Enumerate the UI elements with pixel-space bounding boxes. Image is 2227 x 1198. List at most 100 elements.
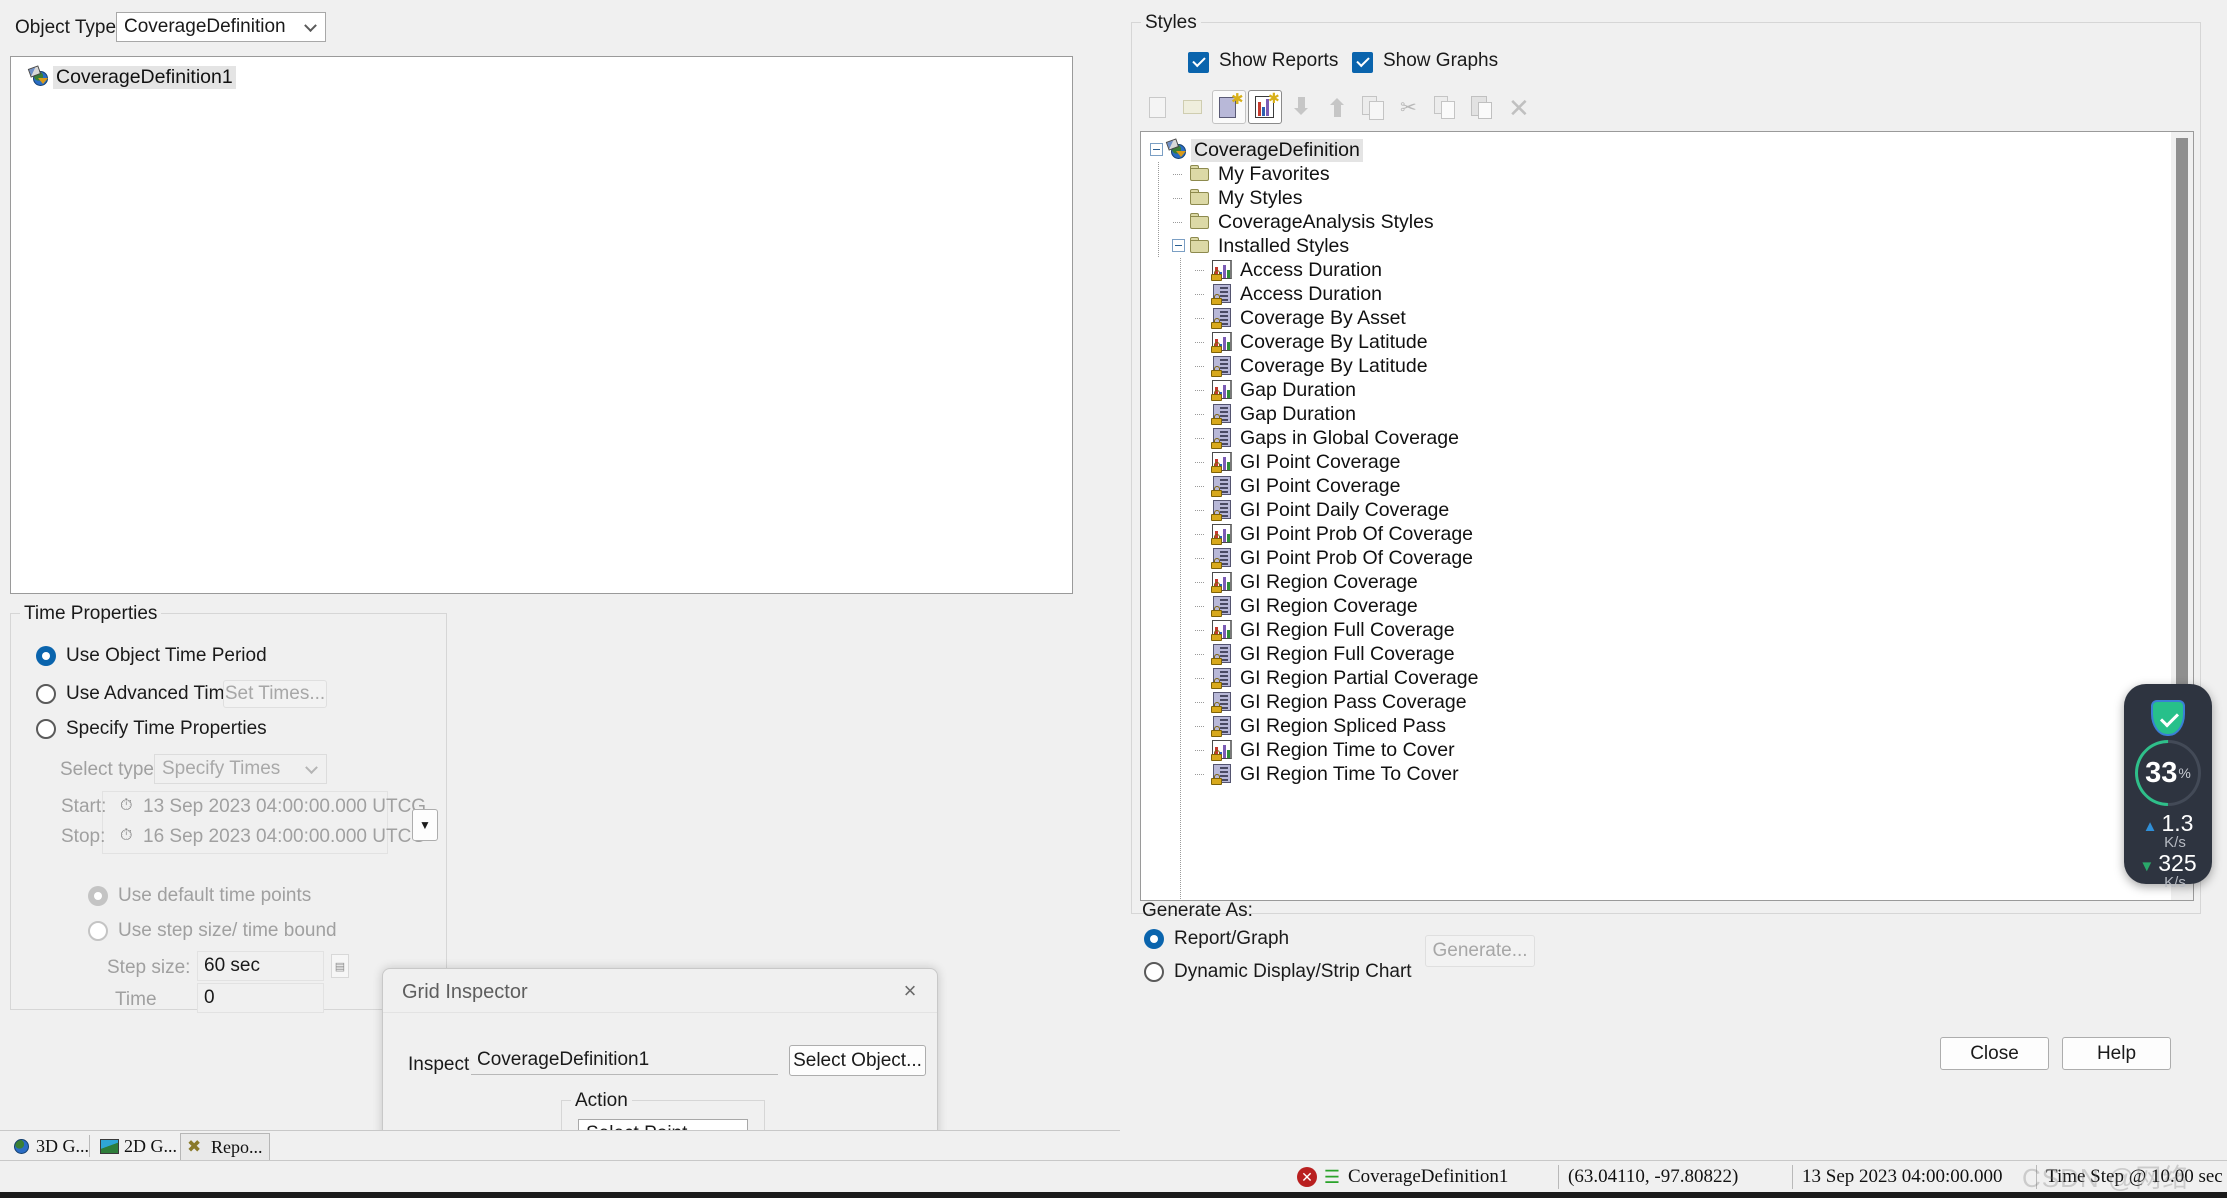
styles-tree-item[interactable]: Gaps in Global Coverage [1149, 426, 2149, 450]
styles-tree-panel[interactable]: CoverageDefinition My Favorites My Styles C… [1140, 131, 2194, 901]
dynamic-display-radio[interactable] [1144, 962, 1164, 982]
status-bar: ✕ ☰ CoverageDefinition1 (63.04110, -97.8… [0, 1160, 2227, 1192]
graph-style-locked-icon [1211, 332, 1233, 353]
report-graph-radio[interactable] [1144, 929, 1164, 949]
styles-tree-item[interactable]: CoverageDefinition [1149, 138, 2149, 162]
graph-style-locked-icon [1211, 620, 1233, 641]
lock-icon [1211, 342, 1222, 353]
view-tab-reports[interactable]: ✖ Repo... [180, 1133, 270, 1160]
styles-tree-item[interactable]: Coverage By Latitude [1149, 354, 2149, 378]
styles-tree-item[interactable]: Coverage By Latitude [1149, 330, 2149, 354]
time-input[interactable]: 0 [197, 983, 324, 1013]
styles-tree-item[interactable]: Gap Duration [1149, 402, 2149, 426]
use-default-time-points-label: Use default time points [118, 885, 312, 906]
object-type-combo[interactable]: CoverageDefinition [116, 12, 326, 42]
tree-guide [1195, 606, 1204, 607]
styles-tree-item[interactable]: My Favorites [1149, 162, 2149, 186]
tree-guide [1195, 558, 1204, 559]
use-advanced-times-label: Use Advanced Times [66, 683, 245, 704]
stop-value[interactable]: 16 Sep 2023 04:00:00.000 UTCG [143, 826, 426, 848]
styles-tree-item-label: GI Region Time to Cover [1240, 738, 1455, 761]
styles-tree-item-label: GI Region Spliced Pass [1240, 714, 1446, 737]
time-properties-group: Time Properties Use Object Time Period U… [10, 603, 447, 1013]
collapse-expander-icon[interactable] [1150, 143, 1163, 156]
use-default-time-points-radio[interactable] [88, 886, 108, 906]
styles-tree-item[interactable]: Access Duration [1149, 258, 2149, 282]
graph-style-locked-icon [1211, 740, 1233, 761]
styles-tree-item[interactable]: GI Region Time To Cover [1149, 762, 2149, 786]
show-graphs-checkbox[interactable] [1352, 52, 1373, 73]
styles-tree-item[interactable]: GI Point Coverage [1149, 450, 2149, 474]
styles-tree-item[interactable]: CoverageAnalysis Styles [1149, 210, 2149, 234]
close-icon[interactable]: × [897, 978, 923, 1003]
show-reports-checkbox[interactable] [1188, 52, 1209, 73]
progress-percent: 33 % [2135, 740, 2201, 806]
export-icon[interactable] [1320, 90, 1354, 124]
styles-tree-item[interactable]: GI Point Daily Coverage [1149, 498, 2149, 522]
map-2d-icon [100, 1139, 119, 1154]
duplicate-icon[interactable] [1356, 90, 1390, 124]
new-style-icon[interactable] [1140, 90, 1174, 124]
network-speed-widget[interactable]: 33 % ▲ 1.3 K/s ▼ 325 K/s [2121, 684, 2215, 891]
styles-tree-item-label: GI Point Daily Coverage [1240, 498, 1450, 521]
styles-tree-item[interactable]: My Styles [1149, 186, 2149, 210]
styles-tree-item[interactable]: Gap Duration [1149, 378, 2149, 402]
select-type-combo[interactable]: Specify Times [154, 754, 327, 784]
time-dropdown-button[interactable]: ▼ [412, 809, 438, 841]
tree-guide [1173, 174, 1182, 175]
paste-icon[interactable] [1464, 90, 1498, 124]
styles-tree-item[interactable]: Coverage By Asset [1149, 306, 2149, 330]
styles-tree-item[interactable]: Access Duration [1149, 282, 2149, 306]
open-folder-icon[interactable] [1176, 90, 1210, 124]
styles-tree-item[interactable]: GI Region Coverage [1149, 570, 2149, 594]
use-advanced-times-radio[interactable] [36, 684, 56, 704]
report-style-locked-icon [1211, 716, 1233, 737]
styles-tree-item[interactable]: GI Region Spliced Pass [1149, 714, 2149, 738]
new-graph-icon[interactable]: ✱ [1248, 90, 1282, 124]
use-object-time-period-radio[interactable] [36, 646, 56, 666]
step-size-input[interactable]: 60 sec [197, 951, 324, 981]
collapse-expander-icon[interactable] [1172, 239, 1185, 252]
object-list-panel[interactable]: CoverageDefinition1 [10, 56, 1073, 594]
styles-tree-item[interactable]: GI Region Time to Cover [1149, 738, 2149, 762]
lock-icon [1211, 654, 1222, 665]
object-list-item[interactable]: CoverageDefinition1 [27, 65, 249, 89]
styles-tree-item[interactable]: GI Point Coverage [1149, 474, 2149, 498]
start-value[interactable]: 13 Sep 2023 04:00:00.000 UTCG [143, 796, 426, 818]
specify-time-properties-radio[interactable] [36, 719, 56, 739]
import-icon[interactable] [1284, 90, 1318, 124]
styles-tree-item[interactable]: GI Region Pass Coverage [1149, 690, 2149, 714]
styles-tree-item-label: GI Point Coverage [1240, 450, 1401, 473]
upload-arrow-icon: ▲ [2142, 818, 2158, 835]
set-times-button[interactable]: Set Times... [223, 680, 327, 708]
close-button[interactable]: Close [1940, 1037, 2049, 1070]
cut-icon[interactable]: ✂ [1392, 90, 1426, 124]
object-type-value: CoverageDefinition [124, 16, 286, 37]
styles-tree-item[interactable]: GI Region Coverage [1149, 594, 2149, 618]
view-tab-3d[interactable]: 3D G... [6, 1133, 95, 1160]
styles-tree-item-label: Coverage By Asset [1240, 306, 1406, 329]
report-style-locked-icon [1211, 764, 1233, 785]
use-step-size-radio[interactable] [88, 921, 108, 941]
dynamic-display-label: Dynamic Display/Strip Chart [1174, 961, 1412, 982]
styles-tree-item[interactable]: GI Point Prob Of Coverage [1149, 546, 2149, 570]
help-button[interactable]: Help [2062, 1037, 2171, 1070]
folder-icon [1189, 213, 1211, 231]
styles-tree-item[interactable]: GI Point Prob Of Coverage [1149, 522, 2149, 546]
step-size-spinner-icon[interactable]: ▤ [331, 954, 349, 978]
tree-guide [1158, 162, 1159, 257]
styles-tree-item[interactable]: GI Region Full Coverage [1149, 642, 2149, 666]
select-object-button[interactable]: Select Object... [789, 1045, 926, 1076]
delete-icon[interactable]: ✕ [1500, 90, 1534, 124]
styles-tree-item[interactable]: Installed Styles [1149, 234, 2149, 258]
copy-icon[interactable] [1428, 90, 1462, 124]
antenna-icon[interactable]: ☰ [1322, 1166, 1342, 1188]
view-tab-2d[interactable]: 2D G... [94, 1133, 183, 1160]
styles-tree-item[interactable]: GI Region Partial Coverage [1149, 666, 2149, 690]
styles-tree-item[interactable]: GI Region Full Coverage [1149, 618, 2149, 642]
generate-button[interactable]: Generate... [1425, 935, 1535, 967]
inspect-input[interactable]: CoverageDefinition1 [471, 1045, 778, 1075]
error-x-icon[interactable]: ✕ [1297, 1167, 1317, 1187]
report-style-locked-icon [1211, 308, 1233, 329]
new-report-icon[interactable]: ✱ [1212, 90, 1246, 124]
